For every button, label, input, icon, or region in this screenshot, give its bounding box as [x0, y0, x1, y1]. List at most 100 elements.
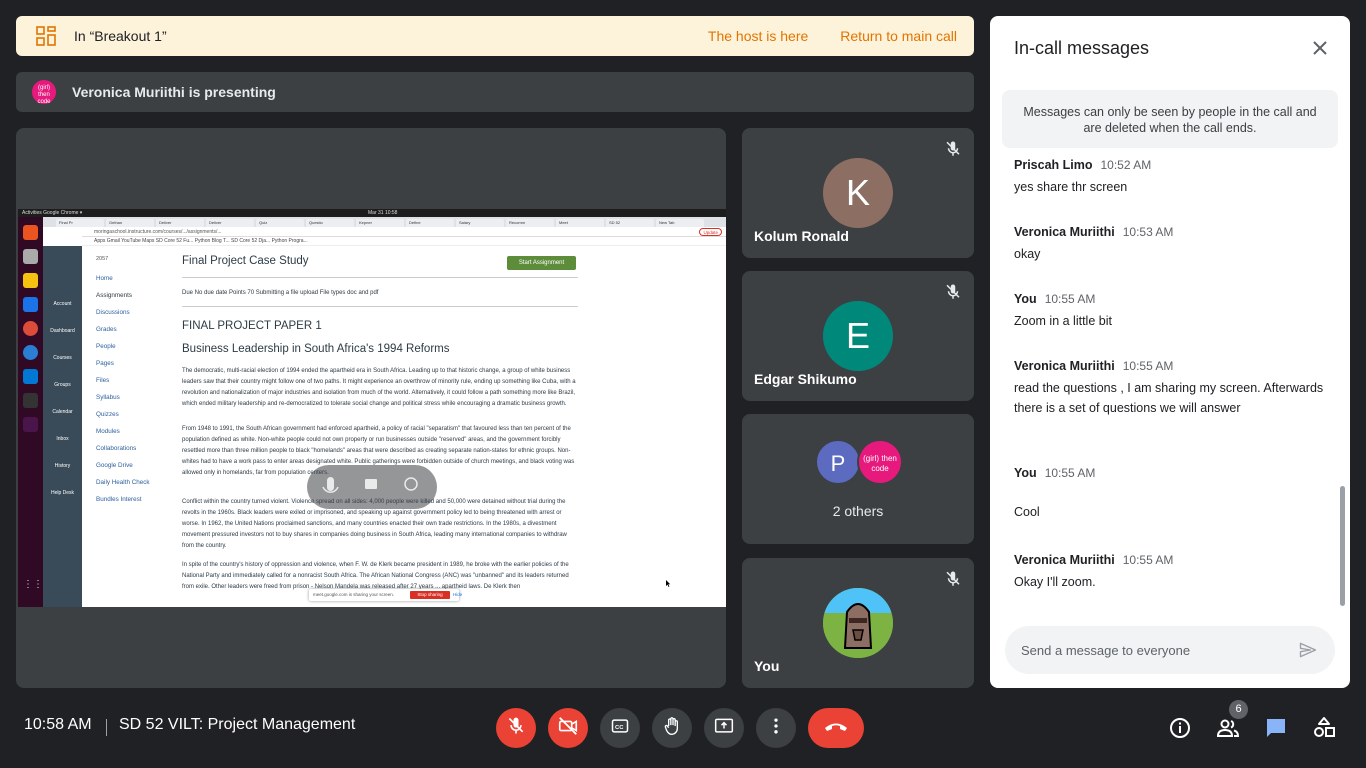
close-icon[interactable]: [1312, 40, 1328, 56]
message-sender: Veronica Muriithi: [1014, 359, 1115, 373]
present-now-button[interactable]: [704, 708, 744, 748]
send-icon[interactable]: [1298, 640, 1318, 660]
os-clock: Mar 31 10:58: [368, 210, 398, 216]
message-sender: You: [1014, 466, 1037, 480]
mic-off-icon: [506, 716, 526, 741]
avatar: [823, 588, 893, 658]
phone-hangup-icon: [823, 719, 849, 738]
hand-icon: [662, 716, 682, 741]
course-nav-item: Home: [96, 275, 113, 282]
course-nav: 2057 Home Assignments Discussions Grades Peo…: [82, 246, 170, 607]
ubuntu-dock: ⋮⋮: [18, 217, 43, 607]
chat-message: Veronica Muriithi 10:53 AM okay: [1014, 223, 1324, 264]
dock-app-icon: [23, 249, 38, 264]
browser-tab: New Tab: [656, 219, 704, 227]
assignment-document: Final Project Case Study Start Assignmen…: [182, 246, 582, 607]
people-icon[interactable]: [1216, 716, 1240, 740]
dock-app-icon: [23, 297, 38, 312]
canvas-nav-item: Dashboard: [50, 328, 75, 334]
message-time: 10:55 AM: [1044, 292, 1096, 306]
participant-name: Kolum Ronald: [754, 228, 849, 244]
message-time: 10:55 AM: [1044, 466, 1096, 480]
browser-tab: Deliver: [206, 219, 254, 227]
browser-update-button: Update: [699, 228, 722, 236]
canvas-global-nav: Account Dashboard Courses Groups Calendar Inb…: [43, 246, 82, 607]
browser-address-bar: moringaschool.instructure.com/courses/..…: [82, 227, 726, 237]
others-tile[interactable]: P (girl) then code 2 others: [742, 414, 974, 544]
presenter-avatar: (girl) then code: [32, 80, 56, 105]
chat-message: You 10:55 AM Cool: [1014, 464, 1324, 522]
browser-url: moringaschool.instructure.com/courses/..…: [94, 229, 222, 235]
message-sender: You: [1014, 292, 1037, 306]
screen-sharing-text: meet.google.com is sharing your screen.: [313, 592, 395, 597]
browser-tabstrip: Final Pr Gethan Deliver Deliver Quiz Questio K…: [18, 217, 726, 227]
others-label: 2 others: [832, 503, 884, 519]
screen-sharing-bar: meet.google.com is sharing your screen. …: [309, 589, 463, 601]
chat-scrollbar[interactable]: [1340, 486, 1345, 606]
os-top-bar: Activities Google Chrome ▾ Mar 31 10:58: [18, 209, 726, 217]
canvas-nav-item: Inbox: [56, 436, 69, 442]
message-time: 10:55 AM: [1122, 553, 1174, 567]
hide-sharing-bar-button: Hide: [453, 592, 463, 597]
mouse-cursor: [666, 574, 671, 587]
message-sender: Veronica Muriithi: [1014, 553, 1115, 567]
doc-heading-2: Business Leadership in South Africa's 19…: [182, 343, 450, 355]
browser-tab: SD 52: [606, 219, 654, 227]
course-nav-item: Daily Health Check: [96, 479, 150, 486]
mic-off-icon: [944, 140, 962, 158]
participant-tile[interactable]: K Kolum Ronald: [742, 128, 974, 258]
host-is-here-link[interactable]: The host is here: [708, 28, 808, 44]
browser-tab: Deliver: [156, 219, 204, 227]
chat-icon[interactable]: [1264, 716, 1288, 740]
course-nav-item: Pages: [96, 360, 114, 367]
course-nav-item: Discussions: [96, 309, 130, 316]
message-time: 10:52 AM: [1100, 158, 1152, 172]
captions-button[interactable]: CC: [600, 708, 640, 748]
browser-tab: Salary: [456, 219, 504, 227]
dock-app-icon: [23, 225, 38, 240]
return-to-main-call-button[interactable]: Return to main call: [840, 28, 957, 44]
chat-title: In-call messages: [1014, 38, 1150, 58]
message-text: Zoom in a little bit: [1014, 314, 1112, 328]
browser-tab: Questio: [306, 219, 354, 227]
doc-paragraph: The democratic, multi-racial election of…: [182, 368, 576, 407]
browser-tab: Gethan: [106, 219, 154, 227]
more-options-button[interactable]: [756, 708, 796, 748]
chat-message-input[interactable]: [1021, 640, 1281, 660]
course-nav-item: Collaborations: [96, 445, 137, 452]
os-activities: Activities Google Chrome ▾: [22, 210, 83, 216]
meeting-clock: 10:58 AM: [24, 716, 92, 733]
avatar: P: [815, 439, 861, 485]
toggle-camera-button[interactable]: [548, 708, 588, 748]
bookmarks-bar: Apps Gmail YouTube Maps SD Core 52 Fu...…: [82, 237, 726, 246]
leave-call-button[interactable]: [808, 708, 864, 748]
chat-notice: Messages can only be seen by people in t…: [1002, 90, 1338, 148]
self-tile[interactable]: You: [742, 558, 974, 688]
participant-name: Edgar Shikumo: [754, 371, 857, 387]
divider: [106, 719, 107, 736]
message-sender: Veronica Muriithi: [1014, 225, 1115, 239]
message-text: read the questions , I am sharing my scr…: [1014, 381, 1324, 415]
browser-tab: Define: [406, 219, 454, 227]
message-time: 10:55 AM: [1122, 359, 1174, 373]
more-vert-icon: [766, 716, 786, 741]
mic-off-icon: [944, 570, 962, 588]
present-screen-icon: [714, 716, 734, 741]
meeting-details-icon[interactable]: [1168, 716, 1192, 740]
course-nav-item: People: [96, 343, 116, 350]
canvas-nav-item: Groups: [54, 382, 71, 388]
presentation-tile[interactable]: Activities Google Chrome ▾ Mar 31 10:58 …: [16, 128, 726, 688]
doc-heading-1: FINAL PROJECT PAPER 1: [182, 320, 322, 332]
toggle-mic-button[interactable]: [496, 708, 536, 748]
activities-icon[interactable]: [1312, 716, 1336, 740]
avatar: (girl) then code: [857, 439, 903, 485]
participant-name: You: [754, 658, 780, 674]
chat-message: You 10:55 AM Zoom in a little bit: [1014, 290, 1324, 331]
raise-hand-button[interactable]: [652, 708, 692, 748]
meeting-name: SD 52 VILT: Project Management: [119, 716, 356, 733]
browser-tab: Final Pr: [56, 219, 104, 227]
chat-panel: In-call messages Messages can only be se…: [990, 16, 1350, 688]
chat-message: Veronica Muriithi 10:55 AM read the quest…: [1014, 357, 1324, 418]
participant-tile[interactable]: E Edgar Shikumo: [742, 271, 974, 401]
canvas-nav-item: Help Desk: [50, 490, 75, 496]
